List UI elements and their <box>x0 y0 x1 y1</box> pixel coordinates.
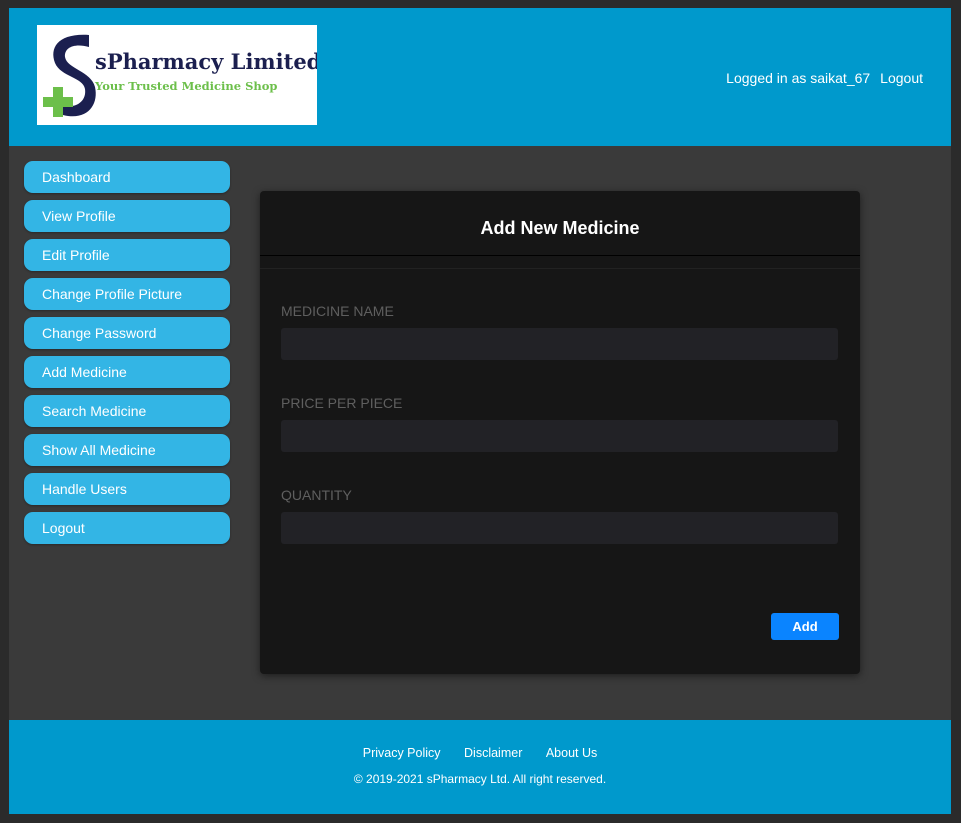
site-footer: Privacy Policy Disclaimer About Us © 201… <box>9 720 951 814</box>
footer-link-privacy-policy[interactable]: Privacy Policy <box>363 746 441 760</box>
copyright-text: © 2019-2021 sPharmacy Ltd. All right res… <box>353 772 607 786</box>
brand-logo[interactable]: sPharmacy Limited Your Trusted Medicine … <box>37 25 317 125</box>
sidebar-item-search-medicine[interactable]: Search Medicine <box>24 395 230 427</box>
footer-links: Privacy Policy Disclaimer About Us <box>9 746 951 760</box>
site-header: sPharmacy Limited Your Trusted Medicine … <box>9 8 951 146</box>
brand-tagline: Your Trusted Medicine Shop <box>95 79 278 93</box>
price-per-piece-label: PRICE PER PIECE <box>281 395 403 411</box>
user-area: Logged in as saikat_67 Logout <box>726 70 923 86</box>
header-logout-link[interactable]: Logout <box>880 70 923 86</box>
logged-in-text: Logged in as saikat_67 <box>726 70 871 86</box>
footer-link-about-us[interactable]: About Us <box>546 746 597 760</box>
sidebar-item-edit-profile[interactable]: Edit Profile <box>24 239 230 271</box>
form-divider <box>260 256 860 269</box>
medicine-name-input[interactable] <box>281 328 838 360</box>
footer-link-disclaimer[interactable]: Disclaimer <box>464 746 522 760</box>
sidebar-nav: Dashboard View Profile Edit Profile Chan… <box>24 161 230 551</box>
medicine-name-label: MEDICINE NAME <box>281 303 394 319</box>
sidebar-item-logout[interactable]: Logout <box>24 512 230 544</box>
form-title: Add New Medicine <box>260 191 860 256</box>
sidebar-item-add-medicine[interactable]: Add Medicine <box>24 356 230 388</box>
sidebar-item-show-all-medicine[interactable]: Show All Medicine <box>24 434 230 466</box>
sidebar-item-change-password[interactable]: Change Password <box>24 317 230 349</box>
sidebar-item-change-profile-picture[interactable]: Change Profile Picture <box>24 278 230 310</box>
pharmacy-logo-icon <box>43 34 96 117</box>
sidebar-item-dashboard[interactable]: Dashboard <box>24 161 230 193</box>
quantity-label: QUANTITY <box>281 487 352 503</box>
brand-name: sPharmacy Limited <box>95 49 317 74</box>
price-per-piece-input[interactable] <box>281 420 838 452</box>
sidebar-item-view-profile[interactable]: View Profile <box>24 200 230 232</box>
sidebar-item-handle-users[interactable]: Handle Users <box>24 473 230 505</box>
add-medicine-button[interactable]: Add <box>771 613 839 640</box>
quantity-input[interactable] <box>281 512 838 544</box>
add-medicine-form: Add New Medicine MEDICINE NAME PRICE PER… <box>260 191 860 674</box>
